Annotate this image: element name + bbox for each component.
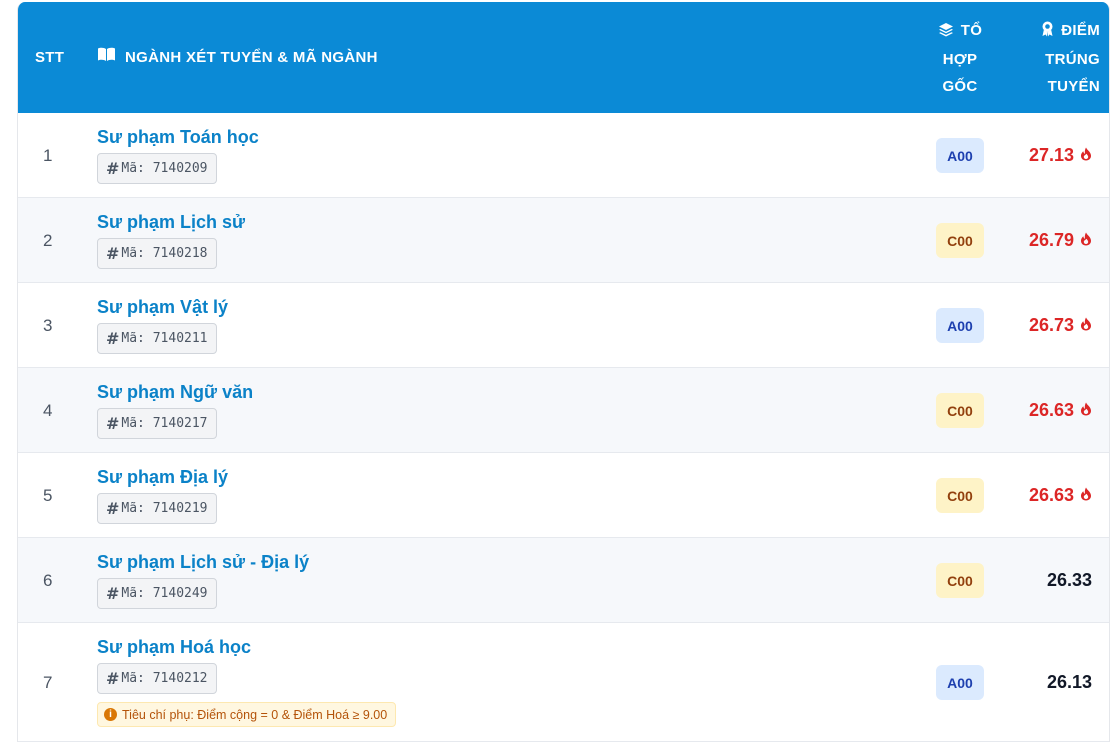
major-name-link[interactable]: Sư phạm Hoá học [97, 637, 251, 658]
combo-badge: A00 [936, 308, 984, 343]
fire-icon [1080, 485, 1092, 506]
header-score-line-1: ĐIỂM [1061, 22, 1100, 39]
score-cell: 26.33 [1047, 538, 1092, 623]
hash-icon: # [106, 244, 120, 263]
major-code: Mã: 7140219 [121, 501, 208, 516]
score-value: 27.13 [1028, 145, 1074, 165]
score-cell: 26.73 [1029, 283, 1092, 368]
major-code: Mã: 7140249 [121, 586, 208, 601]
header-major-label: NGÀNH XÉT TUYỂN & MÃ NGÀNH [125, 49, 378, 66]
award-icon [1041, 19, 1054, 46]
score-value: 26.73 [1028, 315, 1074, 335]
header-major: NGÀNH XÉT TUYỂN & MÃ NGÀNH [97, 44, 378, 71]
table-row: 5 Sư phạm Địa lý # Mã: 7140219 C00 26.63 [18, 453, 1109, 538]
score-value: 26.33 [1046, 570, 1092, 590]
row-stt: 7 [43, 673, 53, 692]
header-score-line-2: TRÚNG [1045, 51, 1100, 68]
hash-icon: # [106, 499, 120, 518]
fire-icon [1080, 315, 1092, 336]
major-code-tag: # Mã: 7140209 [97, 153, 217, 184]
major-name-link[interactable]: Sư phạm Địa lý [97, 467, 228, 488]
score-value: 26.63 [1028, 485, 1074, 505]
table-row: 4 Sư phạm Ngữ văn # Mã: 7140217 C00 26.63 [18, 368, 1109, 453]
combo-badge: A00 [936, 138, 984, 173]
header-combo: TỔ HỢP GỐC [923, 17, 997, 100]
info-icon: i [104, 708, 117, 721]
score-value: 26.13 [1046, 672, 1092, 692]
fire-icon [1080, 145, 1092, 166]
score-value: 26.63 [1028, 400, 1074, 420]
major-name-link[interactable]: Sư phạm Vật lý [97, 297, 228, 318]
score-cell: 26.13 [1047, 623, 1092, 742]
row-stt: 4 [43, 401, 53, 420]
hash-icon: # [106, 329, 120, 348]
admission-scores-table: STT NGÀNH XÉT TUYỂN & MÃ NGÀNH TỔ HỢP GỐ… [17, 2, 1110, 742]
score-cell: 26.79 [1029, 198, 1092, 283]
table-row: 2 Sư phạm Lịch sử # Mã: 7140218 C00 26.79 [18, 198, 1109, 283]
major-code: Mã: 7140218 [121, 246, 208, 261]
combo-badge: C00 [936, 223, 984, 258]
combo-badge: C00 [936, 563, 984, 598]
row-stt: 3 [43, 316, 53, 335]
table-row: 6 Sư phạm Lịch sử - Địa lý # Mã: 7140249 … [18, 538, 1109, 623]
header-score-line-3: TUYỂN [1047, 78, 1100, 95]
score-value: 26.79 [1028, 230, 1074, 250]
score-cell: 26.63 [1029, 453, 1092, 538]
major-code-tag: # Mã: 7140211 [97, 323, 217, 354]
major-code-tag: # Mã: 7140212 [97, 663, 217, 694]
row-stt: 6 [43, 571, 53, 590]
combo-badge: A00 [936, 665, 984, 700]
major-code: Mã: 7140217 [121, 416, 208, 431]
hash-icon: # [106, 669, 120, 688]
major-name-link[interactable]: Sư phạm Lịch sử [97, 212, 245, 233]
major-name-link[interactable]: Sư phạm Ngữ văn [97, 382, 253, 403]
major-code-tag: # Mã: 7140217 [97, 408, 217, 439]
major-code-tag: # Mã: 7140249 [97, 578, 217, 609]
header-stt: STT [35, 49, 65, 66]
combo-badge: C00 [936, 478, 984, 513]
tiebreak-note: i Tiêu chí phụ: Điểm cộng = 0 & Điểm Hoá … [97, 702, 397, 727]
table-header: STT NGÀNH XÉT TUYỂN & MÃ NGÀNH TỔ HỢP GỐ… [18, 2, 1109, 113]
header-combo-line-2: HỢP [942, 51, 978, 68]
combo-badge: C00 [936, 393, 984, 428]
table-row: 3 Sư phạm Vật lý # Mã: 7140211 A00 26.73 [18, 283, 1109, 368]
major-code-tag: # Mã: 7140219 [97, 493, 217, 524]
hash-icon: # [106, 584, 120, 603]
hash-icon: # [106, 159, 120, 178]
score-cell: 26.63 [1029, 368, 1092, 453]
major-code-tag: # Mã: 7140218 [97, 238, 217, 269]
row-stt: 2 [43, 231, 53, 250]
major-code: Mã: 7140212 [121, 671, 208, 686]
header-combo-line-3: GỐC [942, 78, 978, 95]
major-code: Mã: 7140209 [121, 161, 208, 176]
table-row: 1 Sư phạm Toán học # Mã: 7140209 A00 27.1… [18, 113, 1109, 198]
book-open-icon [97, 44, 116, 71]
hash-icon: # [106, 414, 120, 433]
major-code: Mã: 7140211 [121, 331, 208, 346]
fire-icon [1080, 400, 1092, 421]
row-stt: 5 [43, 486, 53, 505]
header-score: ĐIỂM TRÚNG TUYỂN [1018, 17, 1100, 100]
table-row: 7 Sư phạm Hoá học # Mã: 7140212 i Tiêu chí… [18, 623, 1109, 742]
row-stt: 1 [43, 146, 53, 165]
layers-icon [938, 19, 954, 46]
tiebreak-note-text: Tiêu chí phụ: Điểm cộng = 0 & Điểm Hoá ≥… [122, 707, 388, 722]
major-name-link[interactable]: Sư phạm Toán học [97, 127, 259, 148]
score-cell: 27.13 [1029, 113, 1092, 198]
header-combo-line-1: TỔ [960, 22, 983, 39]
fire-icon [1080, 230, 1092, 251]
major-name-link[interactable]: Sư phạm Lịch sử - Địa lý [97, 552, 309, 573]
